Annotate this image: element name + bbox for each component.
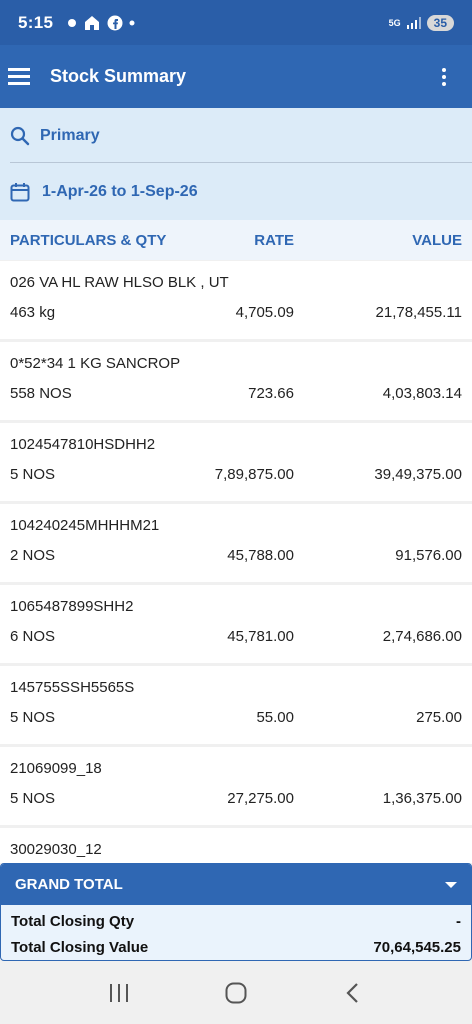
- item-qty: 5 NOS: [10, 790, 56, 807]
- date-range-selector[interactable]: 1-Apr-26 to 1-Sep-26: [0, 164, 472, 220]
- calendar-icon: [10, 183, 30, 202]
- menu-button[interactable]: [0, 57, 40, 97]
- column-value: VALUE: [412, 231, 462, 249]
- item-rate: 45,781.00: [227, 628, 294, 645]
- recents-icon: [109, 984, 128, 1002]
- more-options-button[interactable]: [424, 57, 464, 97]
- battery-indicator: 35: [426, 14, 454, 31]
- item-name: 1065487899SHH2: [10, 598, 134, 615]
- list-item[interactable]: 0*52*34 1 KG SANCROP 558 NOS 723.66 4,03…: [0, 342, 472, 420]
- list-item[interactable]: 104240245MHHHM21 2 NOS 45,788.00 91,576.…: [0, 504, 472, 582]
- more-vert-icon: [442, 67, 446, 86]
- item-qty: 5 NOS: [10, 709, 56, 726]
- item-name: 026 VA HL RAW HLSO BLK , UT: [10, 274, 229, 291]
- grand-total-title: GRAND TOTAL: [15, 876, 123, 893]
- item-rate: 27,275.00: [227, 790, 294, 807]
- item-rate: 45,788.00: [227, 547, 294, 564]
- item-value: 1,36,375.00: [382, 790, 462, 807]
- list-item[interactable]: 21069099_18 5 NOS 27,275.00 1,36,375.00: [0, 747, 472, 825]
- item-name: 30029030_12: [10, 841, 102, 858]
- status-bar: 5:15 5G 35: [0, 0, 472, 45]
- item-value: 21,78,455.11: [375, 304, 462, 321]
- item-rate: 4,705.09: [235, 304, 294, 321]
- column-particulars: PARTICULARS & QTY: [10, 231, 167, 249]
- notification-icons: [67, 15, 135, 31]
- item-name: 1024547810HSDHH2: [10, 436, 156, 453]
- list-item[interactable]: 30029030_12: [0, 828, 472, 863]
- item-qty: 5 NOS: [10, 466, 56, 483]
- item-name: 0*52*34 1 KG SANCROP: [10, 355, 181, 372]
- search-icon: [10, 126, 30, 145]
- item-qty: 2 NOS: [10, 547, 56, 564]
- item-value: 2,74,686.00: [382, 628, 462, 645]
- item-rate: 7,89,875.00: [214, 466, 294, 483]
- list-item[interactable]: 1065487899SHH2 6 NOS 45,781.00 2,74,686.…: [0, 585, 472, 663]
- total-closing-value-value: 70,64,545.25: [373, 938, 461, 956]
- company-label: Primary: [40, 126, 100, 144]
- menu-icon: [8, 67, 30, 85]
- chevron-down-icon: [445, 881, 457, 888]
- total-closing-qty-value: -: [456, 912, 461, 930]
- grand-total-panel: GRAND TOTAL Total Closing Qty - Total Cl…: [0, 863, 472, 961]
- item-rate: 55.00: [256, 709, 294, 726]
- date-range-label: 1-Apr-26 to 1-Sep-26: [42, 183, 198, 200]
- company-selector[interactable]: Primary: [0, 108, 472, 163]
- back-icon: [346, 983, 359, 1003]
- list-item[interactable]: 1024547810HSDHH2 5 NOS 7,89,875.00 39,49…: [0, 423, 472, 501]
- column-header: PARTICULARS & QTY RATE VALUE: [0, 220, 472, 260]
- home-app-icon: [85, 15, 100, 30]
- notification-dot-icon: [68, 18, 77, 27]
- home-icon: [225, 982, 247, 1004]
- item-value: 4,03,803.14: [382, 385, 462, 402]
- signal-icon: [406, 16, 421, 29]
- recents-button[interactable]: [99, 973, 139, 1013]
- item-value: 275.00: [416, 709, 462, 726]
- facebook-icon: [107, 15, 123, 30]
- total-closing-value-label: Total Closing Value: [11, 938, 149, 956]
- item-qty: 6 NOS: [10, 628, 56, 645]
- status-right: 5G 35: [388, 14, 454, 31]
- more-notifications-icon: [129, 20, 135, 25]
- item-name: 104240245MHHHM21: [10, 517, 160, 534]
- home-button[interactable]: [216, 973, 256, 1013]
- status-time: 5:15: [18, 12, 54, 32]
- item-qty: 463 kg: [10, 304, 56, 321]
- total-closing-value-row: Total Closing Value 70,64,545.25: [1, 934, 471, 960]
- item-name: 145755SSH5565S: [10, 679, 135, 696]
- item-value: 39,49,375.00: [374, 466, 462, 483]
- total-closing-qty-row: Total Closing Qty -: [1, 908, 471, 934]
- total-closing-qty-label: Total Closing Qty: [11, 912, 135, 930]
- system-nav-bar: [0, 962, 472, 1024]
- app-bar: Stock Summary: [0, 45, 472, 108]
- item-name: 21069099_18: [10, 760, 102, 777]
- item-value: 91,576.00: [395, 547, 462, 564]
- divider: [10, 162, 472, 163]
- back-button[interactable]: [333, 973, 373, 1013]
- filter-panel: Primary 1-Apr-26 to 1-Sep-26: [0, 108, 472, 220]
- item-qty: 558 NOS: [10, 385, 72, 402]
- list-item[interactable]: 026 VA HL RAW HLSO BLK , UT 463 kg 4,705…: [0, 261, 472, 339]
- column-rate: RATE: [254, 231, 294, 249]
- stock-list[interactable]: 026 VA HL RAW HLSO BLK , UT 463 kg 4,705…: [0, 261, 472, 863]
- grand-total-header[interactable]: GRAND TOTAL: [1, 864, 471, 905]
- item-rate: 723.66: [248, 385, 294, 402]
- list-item[interactable]: 145755SSH5565S 5 NOS 55.00 275.00: [0, 666, 472, 744]
- network-label: 5G: [388, 17, 401, 28]
- page-title: Stock Summary: [50, 66, 187, 86]
